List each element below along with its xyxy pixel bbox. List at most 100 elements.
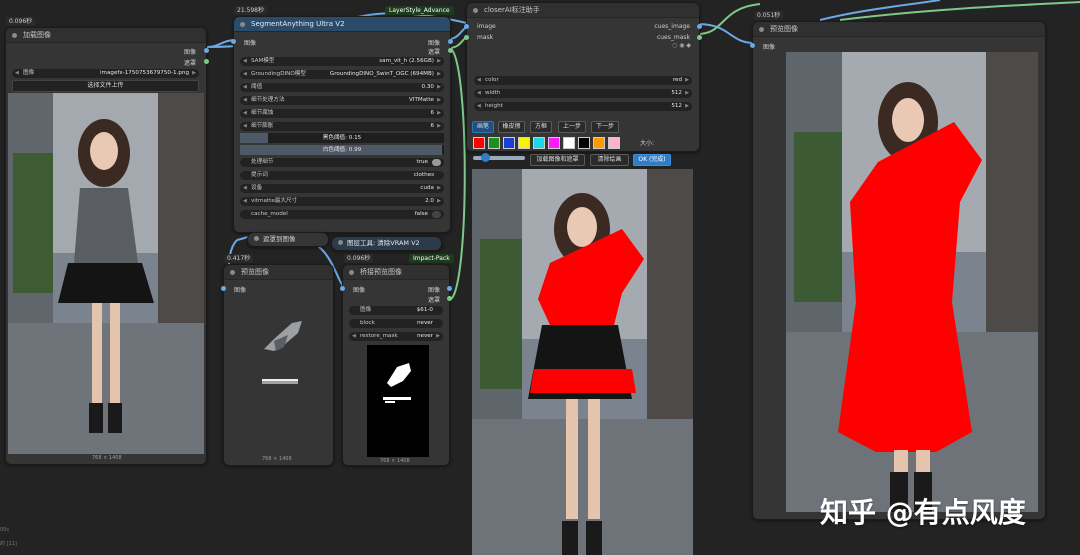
node-header[interactable]: 预览图像 [224,265,333,280]
mask-to-image-node[interactable]: 遮罩到图像 [247,232,329,247]
detail-dilate-number[interactable]: ◀ 细节膨胀 6 ▶ [240,122,444,131]
footer-status: 00s [0,527,9,533]
zhihu-watermark: 知乎 @有点风度 [820,496,1026,529]
node-header[interactable]: closerAI标注助手 [467,3,699,18]
color-combo[interactable]: ◀ color red ▶ [474,76,692,85]
color-swatch[interactable] [488,137,500,149]
undo-button[interactable]: 上一步 [558,121,586,133]
vitmatte-size-number[interactable]: ◀ vitmatte最大尺寸 2.0 ▶ [240,197,444,206]
output-image-port[interactable] [697,24,702,29]
collapse-dot-icon[interactable] [230,269,235,275]
input-image-port[interactable] [231,39,236,44]
output-mask-port[interactable] [448,48,453,53]
collapse-dot-icon[interactable] [240,21,245,27]
sam-model-combo[interactable]: ◀ SAM模型 sam_vit_h (2.56GB) ▶ [240,57,444,66]
output-label: cues_image [654,23,690,30]
brush-size-label: 大小: [640,140,655,147]
cache-model-toggle[interactable]: cache_model false [240,210,444,219]
color-swatch[interactable] [578,137,590,149]
input-mask-port[interactable] [464,35,469,40]
white-point-slider[interactable]: 白色阈值: 0.99 [240,145,444,155]
arrow-left-icon[interactable]: ◀ [15,69,19,78]
color-swatch[interactable] [503,137,515,149]
output-label: 图像 [183,49,196,56]
node-header[interactable]: 桥接预览图像 [343,265,449,280]
closer-annotation-node[interactable]: closerAI标注助手 image mask cues_image cues_… [464,2,702,152]
output-label: 遮罩 [427,49,440,56]
device-combo[interactable]: ◀ 设备 cuda ▶ [240,184,444,193]
load-image-node[interactable]: 加载图像 图像 遮罩 ◀ 图像 imagefx-1750753679750-1.… [5,27,209,465]
input-label: image [477,23,496,30]
toggle-knob-icon[interactable] [432,159,441,166]
annotation-canvas[interactable] [472,169,693,555]
toggle-knob-icon[interactable] [432,211,441,218]
output-mask-port[interactable] [204,59,209,64]
source-photo [8,93,204,454]
bridge-preview-node[interactable]: 桥接预览图像 图像 图像 遮罩 图像 $61-0 block never ◀ rest… [340,264,452,466]
input-image-port[interactable] [221,286,226,291]
grounding-dino-combo[interactable]: ◀ GroundingDINO模型 GroundingDINO_SwinT_OGC … [240,70,444,79]
exec-time-badge: 0.096秒 [6,17,36,26]
image-file-combo[interactable]: ◀ 图像 imagefx-1750753679750-1.png ▶ [12,69,199,78]
input-label: mask [477,34,494,41]
slider-thumb-icon[interactable] [481,153,490,162]
preview-image-node[interactable]: 预览图像 图像 768 × 1408 [221,264,334,466]
block-combo[interactable]: block never [349,319,443,328]
preview-image-node[interactable]: 预览图像 图像 [750,21,1046,520]
color-swatch[interactable] [548,137,560,149]
width-number[interactable]: ◀ width 512 ▶ [474,89,692,98]
upload-button[interactable]: 选择文件上传 [12,80,199,92]
ok-done-button[interactable]: OK (完成) [633,154,671,166]
output-image-port[interactable] [447,286,452,291]
height-number[interactable]: ◀ height 512 ▶ [474,102,692,111]
segment-anything-node[interactable]: SegmentAnything Ultra V2 图像 图像 遮罩 ◀ SAM模型… [231,16,453,233]
eraser-tool-button[interactable]: 橡皮擦 [498,121,525,133]
color-swatch[interactable] [518,137,530,149]
collapse-dot-icon[interactable] [12,32,17,38]
threshold-number[interactable]: ◀ 阈值 0.30 ▶ [240,83,444,92]
process-detail-toggle[interactable]: 处理细节 true [240,158,444,167]
brush-size-slider[interactable] [473,153,525,162]
color-swatch[interactable] [608,137,620,149]
node-pack-tag: Impact-Pack [409,254,454,263]
input-label: 图像 [244,40,257,47]
color-swatch[interactable] [473,137,485,149]
collapse-dot-icon[interactable] [759,26,764,32]
detail-erode-number[interactable]: ◀ 细节腐蚀 6 ▶ [240,109,444,118]
clear-drawing-button[interactable]: 清除绘画 [590,154,629,166]
image-ref-field[interactable]: 图像 $61-0 [349,306,443,315]
image-size-label: 768 × 1408 [262,456,292,462]
color-swatch[interactable] [533,137,545,149]
black-point-slider[interactable]: 黑色阈值: 0.15 [240,133,444,143]
input-image-port[interactable] [340,286,345,291]
exec-time-badge: 0.051秒 [754,11,784,20]
brush-tool-button[interactable]: 画笔 [472,121,494,133]
output-image-port[interactable] [204,48,209,53]
node-header[interactable]: 加载图像 [6,28,206,43]
input-image-port[interactable] [464,24,469,29]
collapse-dot-icon[interactable] [338,240,343,245]
output-mask-port[interactable] [447,296,452,301]
collapse-dot-icon[interactable] [473,7,478,13]
detail-method-combo[interactable]: ◀ 细节处理方法 VITMatte ▶ [240,96,444,105]
node-header[interactable]: 预览图像 [753,22,1045,37]
collapse-dot-icon[interactable] [349,269,354,275]
clear-vram-node[interactable]: 图层工具: 清除VRAM V2 [331,236,442,251]
restore-mask-combo[interactable]: ◀ restore_mask never ▶ [349,332,443,341]
input-label: 图像 [234,287,247,294]
color-swatch[interactable] [563,137,575,149]
redo-button[interactable]: 下一步 [591,121,619,133]
color-swatch[interactable] [593,137,605,149]
arrow-right-icon[interactable]: ▶ [192,69,196,78]
output-image-port[interactable] [448,39,453,44]
box-tool-button[interactable]: 方框 [530,121,552,133]
input-image-port[interactable] [750,43,755,48]
prompt-text-field[interactable]: 提示词 clothes [240,171,444,180]
node-header[interactable]: SegmentAnything Ultra V2 [234,17,450,32]
load-image-mask-button[interactable]: 加载图像和遮罩 [530,154,585,166]
node-title: 加载图像 [23,31,51,39]
collapse-dot-icon[interactable] [254,236,259,241]
mask-preview-image [367,345,429,457]
footer-status: 的 [11] [0,541,17,547]
output-mask-port[interactable] [697,35,702,40]
